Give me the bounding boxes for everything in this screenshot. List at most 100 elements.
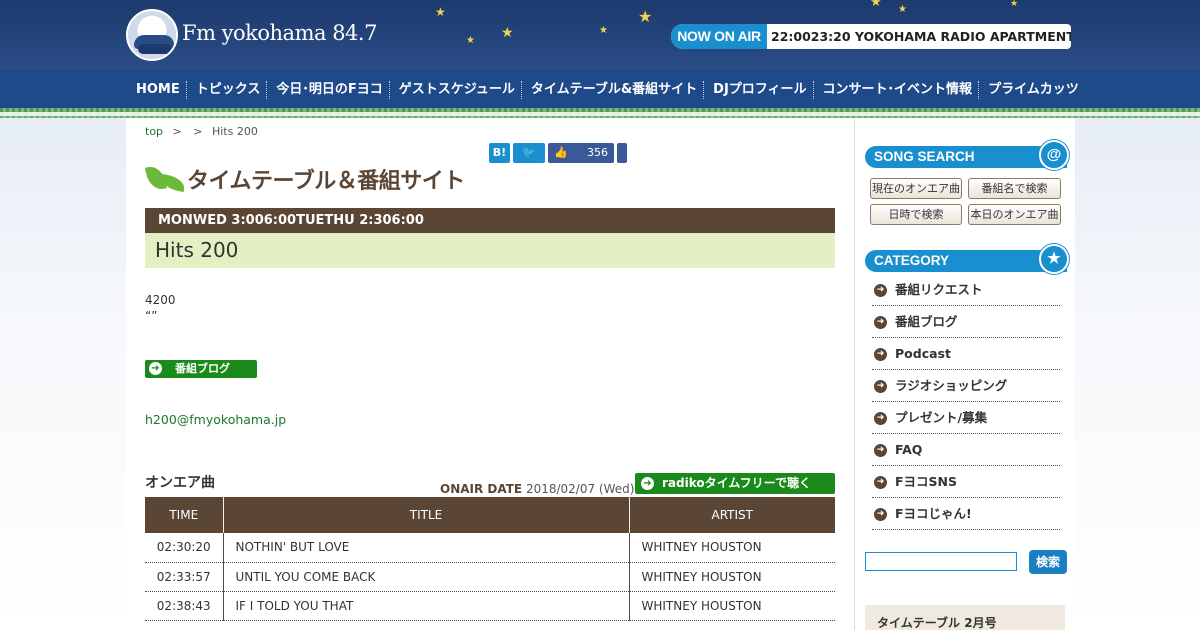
current-onair-song-button[interactable]: 現在のオンエア曲	[870, 178, 962, 199]
onair-date-label: ONAIR DATE	[440, 482, 523, 496]
song-search-title: SONG SEARCH	[874, 149, 975, 164]
song-search-heading: SONG SEARCH @	[865, 140, 1069, 170]
arrow-right-icon: ➜	[874, 380, 887, 393]
onair-heading: オンエア曲	[145, 475, 215, 491]
program-time: MONWED 3:006:00TUETHU 2:306:00	[145, 208, 835, 233]
table-header-row: TIME TITLE ARTIST	[145, 497, 835, 533]
column-header-artist: ARTIST	[629, 497, 835, 533]
like-count: 356	[587, 146, 608, 159]
section-heading: タイムテーブル＆番組サイト	[145, 163, 465, 195]
category-item-fyokojan[interactable]: ➜ Fヨコじゃん!	[872, 498, 1060, 530]
at-sign-icon: @	[1039, 140, 1069, 170]
breadcrumb-separator: >	[172, 125, 182, 138]
star-icon: ★	[898, 4, 907, 15]
facebook-like-button[interactable]: 👍 356	[548, 143, 614, 163]
program-description: 4200 “”	[145, 292, 176, 324]
star-icon: ★	[501, 25, 514, 41]
arrow-right-icon: ➜	[874, 476, 887, 489]
sidebar-search-input[interactable]	[865, 552, 1017, 571]
logo-text: Fm yokohama 84.7	[182, 21, 377, 45]
song-artist: WHITNEY HOUSTON	[629, 562, 835, 592]
facebook-share-tail	[617, 143, 627, 163]
song-title: NOTHIN' BUT LOVE	[223, 533, 630, 563]
nav-prime-cuts[interactable]: プライムカッツ	[978, 70, 1085, 110]
category-item-label: FAQ	[895, 442, 923, 457]
arrow-right-icon: ➜	[874, 316, 887, 329]
star-icon: ★	[435, 5, 446, 19]
song-artist: WHITNEY HOUSTON	[629, 591, 835, 621]
hatena-bookmark-button[interactable]: B!	[489, 143, 510, 163]
table-row: 02:33:57 UNTIL YOU COME BACK WHITNEY HOU…	[145, 562, 835, 592]
program-blog-label: 番組ブログ	[175, 362, 230, 375]
search-by-datetime-button[interactable]: 日時で検索	[870, 204, 962, 225]
nav-concert-event[interactable]: コンサート･イベント情報	[812, 70, 979, 110]
category-heading: CATEGORY ★	[865, 244, 1069, 274]
arrow-right-icon: ➜	[874, 444, 887, 457]
category-item-program-request[interactable]: ➜ 番組リクエスト	[872, 274, 1060, 306]
category-item-present[interactable]: ➜ プレゼント/募集	[872, 402, 1060, 434]
now-on-air-bar[interactable]: NOW ON AIR 22:0023:20 YOKOHAMA RADIO APA…	[671, 24, 1071, 49]
nav-stripe-light	[0, 112, 1200, 116]
radiko-timefree-label: radikoタイムフリーで聴く	[662, 476, 811, 490]
star-badge-icon: ★	[1039, 244, 1069, 274]
star-icon: ★	[466, 35, 475, 46]
thumbs-up-icon: 👍	[554, 146, 568, 159]
timetable-banner[interactable]: タイムテーブル 2月号	[865, 605, 1065, 630]
table-row: 02:30:20 NOTHIN' BUT LOVE WHITNEY HOUSTO…	[145, 533, 835, 563]
breadcrumb: top > > Hits 200	[145, 125, 258, 138]
breadcrumb-separator: >	[193, 125, 203, 138]
arrow-right-icon: ➜	[874, 412, 887, 425]
category-item-podcast[interactable]: ➜ Podcast	[872, 338, 1060, 370]
category-item-label: 番組ブログ	[895, 314, 958, 329]
nav-dj-profile[interactable]: DJプロフィール	[703, 70, 812, 110]
star-icon: ★	[1010, 0, 1019, 9]
arrow-right-icon: ➜	[874, 508, 887, 521]
onair-date-value: 2018/02/07 (Wed)	[522, 482, 635, 496]
description-line: 4200	[145, 293, 176, 307]
arrow-right-icon: ➜	[874, 284, 887, 297]
nav-topics[interactable]: トピックス	[185, 70, 267, 110]
nav-guest-schedule[interactable]: ゲストスケジュール	[388, 70, 521, 110]
now-on-air-program: 22:0023:20 YOKOHAMA RADIO APARTMENT	[771, 29, 1071, 44]
nav-home[interactable]: HOME	[126, 70, 186, 110]
category-item-label: Fヨコじゃん!	[895, 506, 972, 521]
star-icon: ★	[870, 0, 882, 10]
nav-today-tomorrow[interactable]: 今日･明日のFヨコ	[266, 70, 388, 110]
breadcrumb-top-link[interactable]: top	[145, 125, 163, 138]
onair-song-table: TIME TITLE ARTIST 02:30:20 NOTHIN' BUT L…	[145, 497, 835, 621]
site-logo[interactable]: Fm yokohama 84.7	[126, 9, 377, 63]
twitter-icon: 🐦	[522, 146, 536, 159]
column-header-title: TITLE	[223, 497, 630, 533]
category-item-label: プレゼント/募集	[895, 410, 988, 425]
logo-wave-icon	[126, 9, 178, 61]
program-email-link[interactable]: h200@fmyokohama.jp	[145, 412, 286, 427]
sidebar-search-button[interactable]: 検索	[1029, 550, 1067, 574]
song-time: 02:30:20	[145, 533, 224, 563]
song-title: IF I TOLD YOU THAT	[223, 591, 630, 621]
twitter-share-button[interactable]: 🐦	[513, 143, 545, 163]
now-on-air-label: NOW ON AIR	[671, 24, 767, 49]
radiko-timefree-button[interactable]: ➜ radikoタイムフリーで聴く	[635, 473, 835, 494]
breadcrumb-current: Hits 200	[211, 125, 258, 138]
category-title: CATEGORY	[874, 253, 950, 268]
category-item-faq[interactable]: ➜ FAQ	[872, 434, 1060, 466]
category-item-label: ラジオショッピング	[895, 378, 1008, 393]
arrow-right-icon: ➜	[874, 348, 887, 361]
column-header-time: TIME	[145, 497, 224, 533]
program-blog-button[interactable]: ➜ 番組ブログ	[145, 360, 257, 378]
page-title: タイムテーブル＆番組サイト	[187, 169, 465, 194]
onair-date: ONAIR DATE 2018/02/07 (Wed)	[440, 482, 634, 496]
today-onair-songs-button[interactable]: 本日のオンエア曲	[968, 204, 1061, 225]
song-time: 02:38:43	[145, 591, 224, 621]
category-item-program-blog[interactable]: ➜ 番組ブログ	[872, 306, 1060, 338]
category-item-label: 番組リクエスト	[895, 282, 983, 297]
star-icon: ★	[638, 7, 653, 26]
category-item-sns[interactable]: ➜ FヨコSNS	[872, 466, 1060, 498]
table-row: 02:38:43 IF I TOLD YOU THAT WHITNEY HOUS…	[145, 591, 835, 621]
category-item-radio-shopping[interactable]: ➜ ラジオショッピング	[872, 370, 1060, 402]
search-by-program-button[interactable]: 番組名で検索	[968, 178, 1061, 199]
nav-timetable[interactable]: タイムテーブル&番組サイト	[520, 70, 703, 110]
program-title: Hits 200	[145, 233, 835, 268]
share-buttons: B! 🐦 👍 356	[489, 143, 627, 163]
song-title: UNTIL YOU COME BACK	[223, 562, 630, 592]
